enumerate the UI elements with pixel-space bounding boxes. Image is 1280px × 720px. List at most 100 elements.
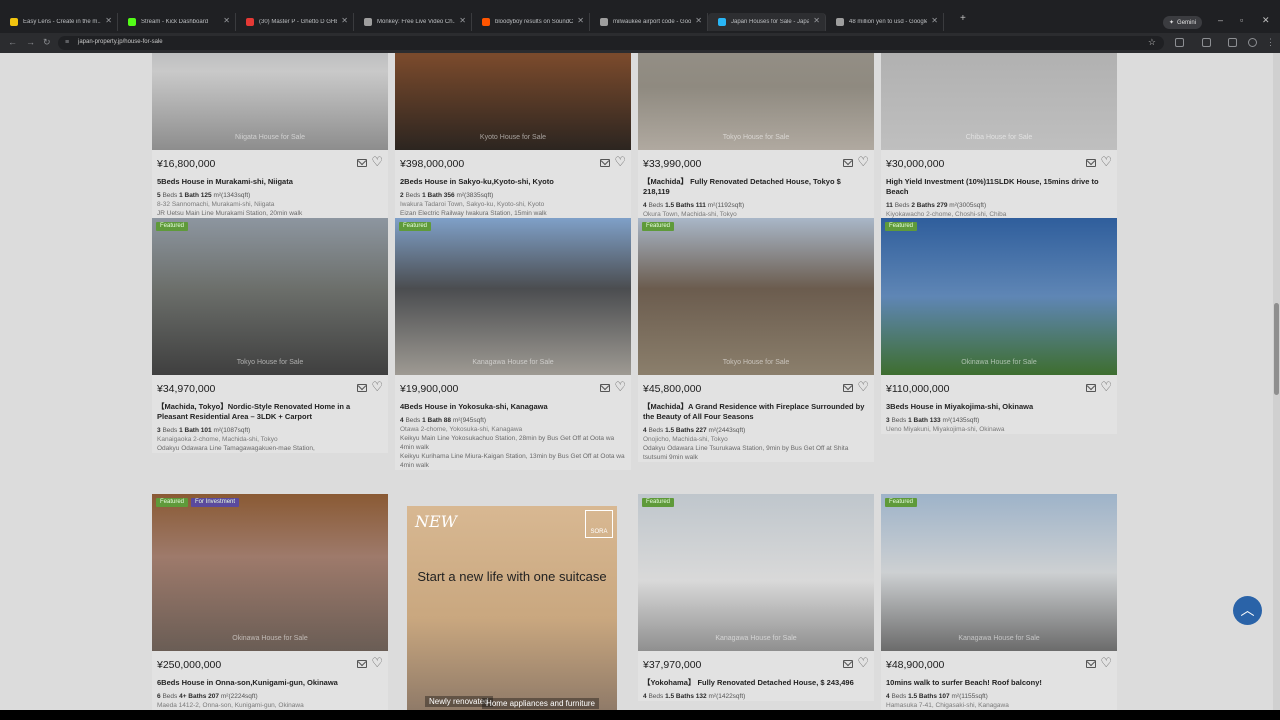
new-tab-button[interactable]: + bbox=[960, 13, 966, 24]
listing-price: ¥398,000,000 bbox=[400, 158, 465, 170]
listing-photo[interactable]: Featured Kanagawa House for Sale bbox=[881, 494, 1117, 651]
browser-tab[interactable]: bloodyboy results on SoundCl... ✕ bbox=[472, 13, 590, 31]
browser-tab[interactable]: (30) Master P - Ghetto D GHET... ✕ bbox=[236, 13, 354, 31]
area-value: 356 bbox=[443, 192, 455, 199]
listing-title[interactable]: 10mins walk to surfer Beach! Roof balcon… bbox=[886, 678, 1112, 688]
listing-photo[interactable]: Featured Kanagawa House for Sale bbox=[638, 494, 874, 651]
scroll-to-top-button[interactable]: ︿ bbox=[1233, 596, 1262, 625]
browser-tab[interactable]: milwaukee airport code - Goo... ✕ bbox=[590, 13, 708, 31]
listing-title[interactable]: 4Beds House in Yokosuka-shi, Kanagawa bbox=[400, 402, 626, 412]
tab-close-icon[interactable]: ✕ bbox=[223, 16, 230, 25]
listing-photo[interactable]: Tokyo House for Sale bbox=[638, 53, 874, 150]
listing-card[interactable]: Tokyo House for Sale ¥33,990,000 ♡ 【Machida… bbox=[638, 53, 874, 228]
browser-tab[interactable]: Japan Houses for Sale - Japan... ✕ bbox=[708, 13, 826, 31]
listing-title[interactable]: 6Beds House in Onna-son,Kunigami-gun, Ok… bbox=[157, 678, 383, 688]
tab-close-icon[interactable]: ✕ bbox=[813, 16, 820, 25]
listing-photo[interactable]: Featured For Investment Okinawa House for … bbox=[152, 494, 388, 651]
listing-card[interactable]: Niigata House for Sale ¥16,800,000 ♡ 5Beds … bbox=[152, 53, 388, 218]
profile-avatar[interactable] bbox=[1248, 38, 1257, 47]
beds-count: 6 bbox=[157, 693, 161, 700]
advertisement-card[interactable]: NEW SORA Start a new life with one suitcas… bbox=[395, 494, 631, 710]
heart-icon[interactable]: ♡ bbox=[371, 655, 383, 671]
tab-close-icon[interactable]: ✕ bbox=[341, 16, 348, 25]
mail-icon[interactable] bbox=[1086, 159, 1096, 167]
listing-card[interactable]: Featured Kanagawa House for Sale ¥19,900,0… bbox=[395, 218, 631, 470]
listing-card[interactable]: Featured Tokyo House for Sale ¥34,970,000 ♡… bbox=[152, 218, 388, 453]
listing-card[interactable]: Chiba House for Sale ¥30,000,000 ♡ High Yie… bbox=[881, 53, 1117, 228]
heart-icon[interactable]: ♡ bbox=[1100, 154, 1112, 170]
scrollbar[interactable] bbox=[1273, 53, 1280, 710]
tab-close-icon[interactable]: ✕ bbox=[105, 16, 112, 25]
listing-photo[interactable]: Kyoto House for Sale bbox=[395, 53, 631, 150]
extension-icon[interactable] bbox=[1175, 38, 1184, 47]
heart-icon[interactable]: ♡ bbox=[857, 154, 869, 170]
forward-button[interactable]: → bbox=[26, 37, 35, 47]
listing-title[interactable]: 【Machida, Tokyo】Nordic-Style Renovated H… bbox=[157, 402, 383, 422]
heart-icon[interactable]: ♡ bbox=[1100, 655, 1112, 671]
heart-icon[interactable]: ♡ bbox=[857, 379, 869, 395]
listing-title[interactable]: 【Machida】 Fully Renovated Detached House… bbox=[643, 177, 869, 197]
minimize-button[interactable]: – bbox=[1218, 15, 1223, 25]
listing-photo[interactable]: Featured Tokyo House for Sale bbox=[638, 218, 874, 375]
listing-card[interactable]: Featured For Investment Okinawa House for … bbox=[152, 494, 388, 710]
listing-title[interactable]: 3Beds House in Miyakojima-shi, Okinawa bbox=[886, 402, 1112, 412]
browser-tab[interactable]: Stream - Kick Dashboard ✕ bbox=[118, 13, 236, 31]
mail-icon[interactable] bbox=[357, 384, 367, 392]
listing-title[interactable]: 【Yokohama】 Fully Renovated Detached Hous… bbox=[643, 678, 869, 688]
mail-icon[interactable] bbox=[600, 159, 610, 167]
scrollbar-thumb[interactable] bbox=[1274, 303, 1279, 395]
heart-icon[interactable]: ♡ bbox=[371, 379, 383, 395]
tab-close-icon[interactable]: ✕ bbox=[577, 16, 584, 25]
listing-title[interactable]: 【Machida】A Grand Residence with Fireplac… bbox=[643, 402, 869, 422]
sidebar-icon[interactable] bbox=[1202, 38, 1211, 47]
tab-close-icon[interactable]: ✕ bbox=[931, 16, 938, 25]
tab-close-icon[interactable]: ✕ bbox=[459, 16, 466, 25]
heart-icon[interactable]: ♡ bbox=[1100, 379, 1112, 395]
menu-icon[interactable]: ⋮ bbox=[1266, 37, 1275, 48]
listing-photo[interactable]: Chiba House for Sale bbox=[881, 53, 1117, 150]
listing-card[interactable]: Featured Kanagawa House for Sale ¥48,900,0… bbox=[881, 494, 1117, 710]
heart-icon[interactable]: ♡ bbox=[614, 379, 626, 395]
listing-photo[interactable]: Featured Tokyo House for Sale bbox=[152, 218, 388, 375]
listing-title[interactable]: High Yield Investment (10%)11SLDK House,… bbox=[886, 177, 1112, 197]
listing-card[interactable]: Featured Tokyo House for Sale ¥45,800,000 ♡… bbox=[638, 218, 874, 462]
tab-favicon-icon bbox=[600, 18, 608, 26]
mail-icon[interactable] bbox=[1086, 384, 1096, 392]
browser-tab[interactable]: Monkey: Free Live Video Ch... ✕ bbox=[354, 13, 472, 31]
listing-card[interactable]: Featured Kanagawa House for Sale ¥37,970,0… bbox=[638, 494, 874, 701]
listing-card[interactable]: Featured Okinawa House for Sale ¥110,000,0… bbox=[881, 218, 1117, 434]
tab-close-icon[interactable]: ✕ bbox=[695, 16, 702, 25]
mail-icon[interactable] bbox=[357, 159, 367, 167]
close-window-button[interactable]: ✕ bbox=[1262, 15, 1270, 26]
listing-photo[interactable]: Featured Okinawa House for Sale bbox=[881, 218, 1117, 375]
maximize-button[interactable]: ▫ bbox=[1240, 15, 1243, 25]
mail-icon[interactable] bbox=[357, 660, 367, 668]
price-row: ¥250,000,000 ♡ bbox=[152, 651, 388, 675]
badge-group: Featured bbox=[885, 498, 918, 507]
listing-title[interactable]: 5Beds House in Murakami-shi, Niigata bbox=[157, 177, 383, 187]
heart-icon[interactable]: ♡ bbox=[857, 655, 869, 671]
site-info-icon[interactable]: ≡ bbox=[65, 39, 69, 46]
browser-tab[interactable]: Easy Lens - Create in the m... ✕ bbox=[0, 13, 118, 31]
badge: Featured bbox=[156, 498, 189, 507]
listing-photo[interactable]: Featured Kanagawa House for Sale bbox=[395, 218, 631, 375]
mail-icon[interactable] bbox=[1086, 660, 1096, 668]
heart-icon[interactable]: ♡ bbox=[614, 154, 626, 170]
reload-button[interactable]: ↻ bbox=[43, 37, 51, 48]
listing-photo[interactable]: Niigata House for Sale bbox=[152, 53, 388, 150]
listing-title[interactable]: 2Beds House in Sakyo-ku,Kyoto-shi, Kyoto bbox=[400, 177, 626, 187]
mail-icon[interactable] bbox=[843, 159, 853, 167]
mail-icon[interactable] bbox=[843, 384, 853, 392]
gemini-button[interactable]: ✦ Gemini bbox=[1163, 16, 1203, 29]
heart-icon[interactable]: ♡ bbox=[371, 154, 383, 170]
bookmark-star-icon[interactable]: ☆ bbox=[1148, 37, 1156, 48]
beds-count: 3 bbox=[157, 427, 161, 434]
downloads-icon[interactable] bbox=[1228, 38, 1237, 47]
mail-icon[interactable] bbox=[600, 384, 610, 392]
listing-card[interactable]: Kyoto House for Sale ¥398,000,000 ♡ 2Beds H… bbox=[395, 53, 631, 227]
mail-icon[interactable] bbox=[843, 660, 853, 668]
address-bar[interactable]: ≡ japan-property.jp/house-for-sale ☆ bbox=[58, 36, 1164, 50]
ad-banner[interactable]: NEW SORA Start a new life with one suitcas… bbox=[407, 506, 617, 710]
back-button[interactable]: ← bbox=[8, 37, 17, 47]
browser-tab[interactable]: 48 million yen to usd - Google... ✕ bbox=[826, 13, 944, 31]
